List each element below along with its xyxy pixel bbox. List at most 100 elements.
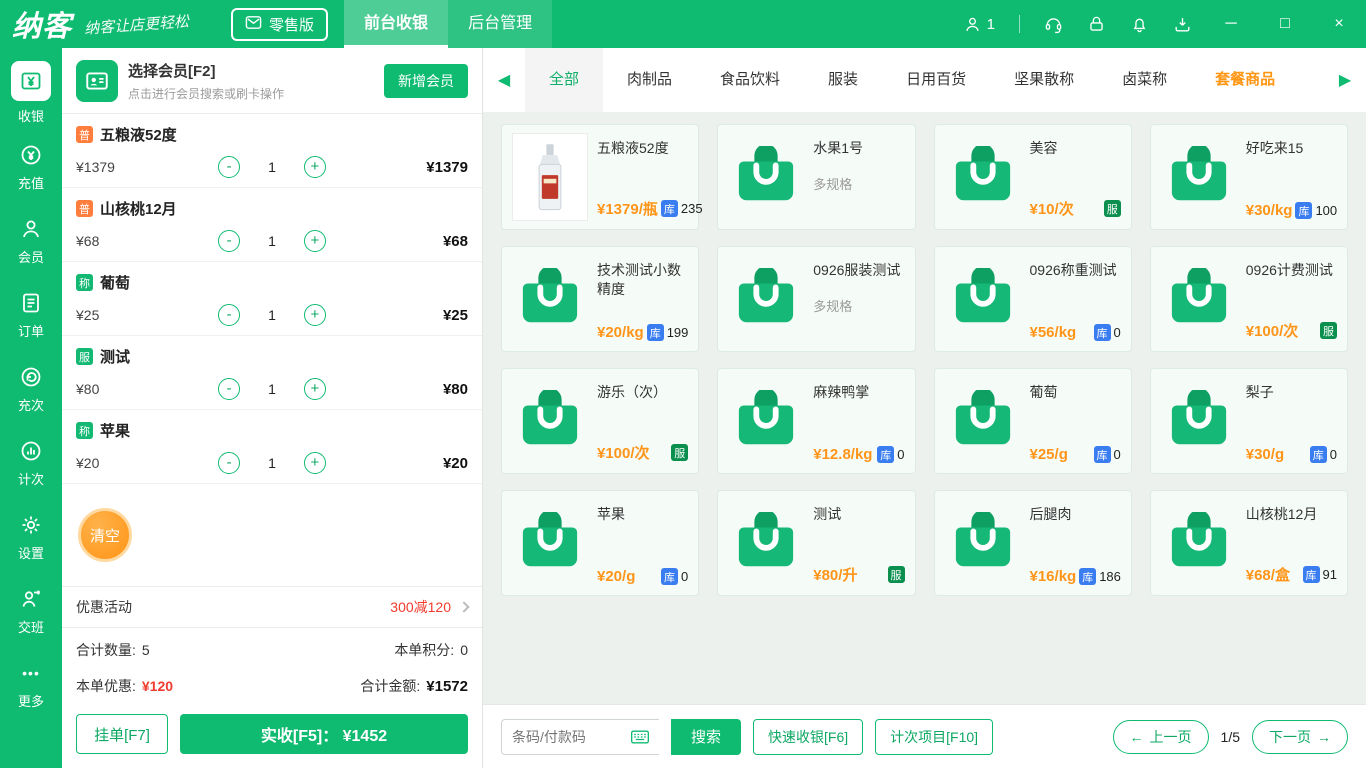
clear-cart-button[interactable]: 清空 — [78, 508, 132, 562]
item-unit-price: ¥20 — [76, 455, 100, 471]
lock-button[interactable] — [1087, 15, 1106, 34]
support-button[interactable] — [1044, 15, 1063, 34]
increase-qty-button[interactable]: + — [303, 378, 326, 400]
decrease-qty-button[interactable]: - — [218, 156, 241, 178]
headset-icon — [1044, 15, 1063, 34]
product-card[interactable]: 葡萄 ¥25/g 库 0 — [933, 368, 1132, 474]
close-button[interactable]: × — [1324, 15, 1354, 33]
product-card[interactable]: 麻辣鸭掌 ¥12.8/kg 库 0 — [717, 368, 916, 474]
stock-count: 199 — [666, 325, 689, 340]
product-card[interactable]: 五粮液52度 ¥1379/瓶 库 235 — [501, 124, 703, 230]
stock-badge: 库 — [646, 324, 664, 341]
cart-item[interactable]: 服 测试 ¥80 - 1 + ¥80 — [62, 336, 482, 410]
product-card[interactable]: 苹果 ¥20/g 库 0 — [501, 490, 700, 596]
next-page-button[interactable]: 下一页 → — [1252, 719, 1348, 754]
sidebar-item-cashier[interactable]: 收银 — [0, 56, 62, 130]
tab-front-cashier[interactable]: 前台收银 — [344, 0, 449, 48]
checkout-button[interactable]: 实收[F5]： ¥1452 — [180, 714, 468, 754]
counting-icon — [18, 438, 44, 464]
product-card[interactable]: 后腿肉 ¥16/kg 库 186 — [933, 490, 1132, 596]
cart-item[interactable]: 称 葡萄 ¥25 - 1 + ¥25 — [62, 262, 482, 336]
product-card[interactable]: 0926服装测试 多规格 — [717, 246, 916, 352]
category-tab-food-drink[interactable]: 食品饮料 — [696, 48, 804, 112]
hold-order-button[interactable]: 挂单[F7] — [76, 714, 168, 754]
item-qty: 1 — [268, 381, 276, 397]
product-card[interactable]: 梨子 ¥30/g 库 0 — [1149, 368, 1348, 474]
stock-badge: 库 — [1093, 324, 1111, 341]
product-price: ¥30/kg — [1245, 202, 1293, 219]
category-tab-nuts[interactable]: 坚果散称 — [990, 48, 1098, 112]
minimize-button[interactable]: ─ — [1216, 15, 1246, 33]
bag-icon — [728, 133, 804, 221]
edition-badge[interactable]: 零售版 — [231, 7, 329, 41]
product-card[interactable]: 好吃来15 ¥30/kg 库 100 — [1149, 124, 1348, 230]
cart-item[interactable]: 称 苹果 ¥20 - 1 + ¥20 — [62, 410, 482, 484]
item-qty: 1 — [268, 455, 276, 471]
download-icon — [1173, 15, 1192, 34]
category-tab-meat[interactable]: 肉制品 — [603, 48, 696, 112]
user-icon — [963, 15, 982, 34]
increase-qty-button[interactable]: + — [303, 304, 326, 326]
promo-row[interactable]: 优惠活动 300减120 — [62, 586, 482, 628]
divider — [1019, 15, 1020, 33]
cart-item[interactable]: 普 山核桃12月 ¥68 - 1 + ¥68 — [62, 188, 482, 262]
category-next-icon[interactable]: ▶ — [1324, 70, 1366, 90]
category-prev-icon[interactable]: ◀ — [483, 70, 525, 90]
bag-icon — [512, 255, 588, 343]
category-tab-all[interactable]: 全部 — [525, 48, 604, 112]
member-card-icon — [76, 59, 118, 102]
product-card[interactable]: 游乐（次） ¥100/次 服 — [501, 368, 700, 474]
product-price: ¥56/kg — [1029, 324, 1077, 341]
user-count-button[interactable]: 1 — [963, 15, 995, 34]
category-tab-braised[interactable]: 卤菜称 — [1098, 48, 1191, 112]
product-card[interactable]: 0926称重测试 ¥56/kg 库 0 — [933, 246, 1132, 352]
search-button[interactable]: 搜索 — [671, 718, 742, 755]
points-value: 0 — [460, 642, 468, 658]
decrease-qty-button[interactable]: - — [218, 304, 241, 326]
stock-badge: 库 — [1302, 566, 1320, 583]
sidebar-item-settings[interactable]: 设置 — [0, 500, 62, 574]
download-button[interactable] — [1173, 15, 1192, 34]
count-item-button[interactable]: 计次项目[F10] — [875, 718, 994, 755]
sidebar-item-members[interactable]: 会员 — [0, 204, 62, 278]
category-tab-daily[interactable]: 日用百货 — [882, 48, 990, 112]
add-member-button[interactable]: 新增会员 — [384, 63, 468, 98]
sidebar-item-more[interactable]: ••• 更多 — [0, 648, 62, 722]
quick-cashier-button[interactable]: 快速收银[F6] — [753, 718, 864, 755]
product-price: ¥68/盒 — [1245, 567, 1290, 584]
maximize-button[interactable]: □ — [1270, 15, 1300, 33]
sidebar-item-recharge-times[interactable]: 充次 — [0, 352, 62, 426]
sidebar-item-recharge[interactable]: 充值 — [0, 130, 62, 204]
decrease-qty-button[interactable]: - — [218, 452, 241, 474]
product-card[interactable]: 美容 ¥10/次 服 — [933, 124, 1132, 230]
product-card[interactable]: 技术测试小数精度 ¥20/kg 库 199 — [501, 246, 700, 352]
promo-value: 300减120 — [390, 599, 451, 615]
increase-qty-button[interactable]: + — [303, 230, 326, 252]
bag-icon — [512, 377, 588, 465]
product-card[interactable]: 水果1号 多规格 — [717, 124, 916, 230]
stock-count: 0 — [1113, 325, 1121, 340]
product-card[interactable]: 测试 ¥80/升 服 — [717, 490, 916, 596]
sidebar-item-counting[interactable]: 计次 — [0, 426, 62, 500]
increase-qty-button[interactable]: + — [303, 156, 326, 178]
sidebar-item-orders[interactable]: 订单 — [0, 278, 62, 352]
keyboard-icon[interactable] — [629, 727, 651, 752]
notifications-button[interactable] — [1130, 15, 1149, 34]
user-count: 1 — [986, 15, 995, 33]
decrease-qty-button[interactable]: - — [218, 230, 241, 252]
cashier-icon — [11, 61, 51, 101]
cart-item[interactable]: 普 五粮液52度 ¥1379 - 1 + ¥1379 — [62, 114, 482, 188]
service-badge: 服 — [887, 566, 905, 583]
increase-qty-button[interactable]: + — [303, 452, 326, 474]
prev-page-button[interactable]: ← 上一页 — [1112, 719, 1209, 754]
bag-icon — [512, 499, 588, 587]
member-select-card[interactable]: 选择会员[F2] 点击进行会员搜索或刷卡操作 新增会员 — [62, 48, 482, 114]
decrease-qty-button[interactable]: - — [218, 378, 241, 400]
sidebar-item-shift[interactable]: 交班 — [0, 574, 62, 648]
stock-badge: 库 — [661, 568, 679, 585]
category-tab-clothing[interactable]: 服装 — [804, 48, 882, 112]
category-tab-combo[interactable]: 套餐商品 — [1191, 48, 1299, 112]
product-card[interactable]: 山核桃12月 ¥68/盒 库 91 — [1149, 490, 1348, 596]
tab-back-management[interactable]: 后台管理 — [448, 0, 553, 48]
product-card[interactable]: 0926计费测试 ¥100/次 服 — [1149, 246, 1348, 352]
